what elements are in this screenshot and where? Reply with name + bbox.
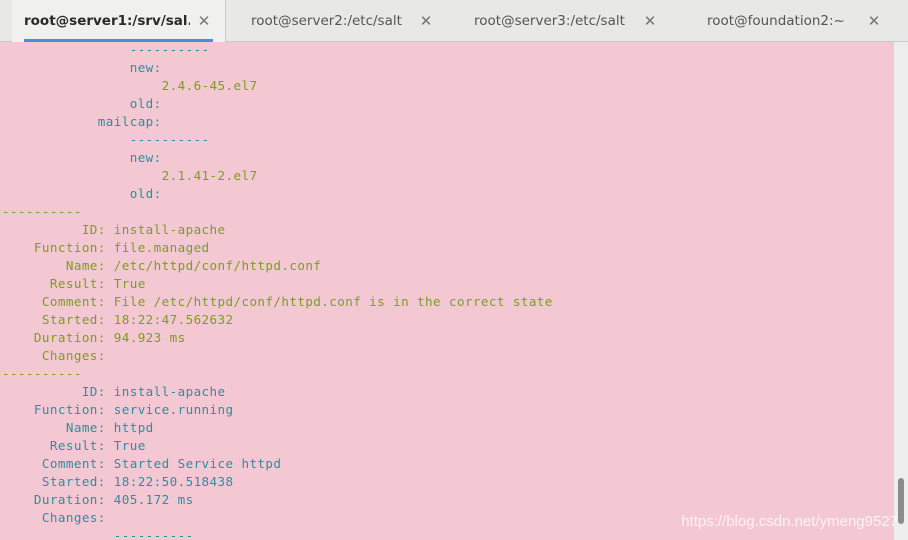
terminal-line: ----------: [2, 132, 210, 147]
tab-label: root@server3:/etc/salt: [474, 13, 625, 29]
terminal-line: mailcap:: [2, 114, 162, 129]
terminal-line: Function: service.running: [2, 402, 234, 417]
terminal-line: Name: /etc/httpd/conf/httpd.conf: [2, 258, 322, 273]
tab-server1[interactable]: root@server1:/srv/sal... ✕: [12, 0, 226, 42]
terminal-line: 2.4.6-45.el7: [2, 78, 258, 93]
terminal-line: Result: True: [2, 276, 146, 291]
terminal-line: Function: file.managed: [2, 240, 210, 255]
terminal-line: old:: [2, 96, 162, 111]
tab-label: root@server1:/srv/sal...: [24, 13, 190, 29]
terminal-line: old:: [2, 186, 162, 201]
scrollbar-thumb[interactable]: [898, 478, 904, 524]
terminal-separator: ----------: [2, 204, 82, 219]
terminal-line: Duration: 94.923 ms: [2, 330, 186, 345]
terminal-line: Started: 18:22:50.518438: [2, 474, 234, 489]
terminal-line: ID: install-apache: [2, 384, 226, 399]
terminal-line: Comment: Started Service httpd: [2, 456, 282, 471]
close-icon[interactable]: ✕: [866, 11, 882, 31]
terminal-line: Changes:: [2, 348, 106, 363]
tab-foundation2[interactable]: root@foundation2:~ ✕: [694, 0, 894, 42]
terminal-line: ----------: [2, 528, 194, 540]
terminal-line: Name: httpd: [2, 420, 154, 435]
terminal-line: Result: True: [2, 438, 146, 453]
tab-label: root@server2:/etc/salt: [251, 13, 402, 29]
terminal-line: new:: [2, 150, 162, 165]
terminal-line: 2.1.41-2.el7: [2, 168, 258, 183]
tab-server2[interactable]: root@server2:/etc/salt ✕: [238, 0, 446, 42]
terminal-line: Duration: 405.172 ms: [2, 492, 194, 507]
terminal-line: new:: [2, 60, 162, 75]
terminal-separator: ----------: [2, 366, 82, 381]
vertical-scrollbar[interactable]: [894, 42, 908, 540]
tab-bar: root@server1:/srv/sal... ✕ root@server2:…: [0, 0, 908, 42]
terminal-line: ----------: [2, 42, 210, 57]
tab-server3[interactable]: root@server3:/etc/salt ✕: [460, 0, 674, 42]
close-icon[interactable]: ✕: [642, 11, 658, 31]
tab-label: root@foundation2:~: [707, 13, 845, 29]
terminal-line: ID: install-apache: [2, 222, 226, 237]
watermark: https://blog.csdn.net/ymeng9527: [681, 513, 898, 530]
terminal-line: Comment: File /etc/httpd/conf/httpd.conf…: [2, 294, 553, 309]
close-icon[interactable]: ✕: [418, 11, 434, 31]
terminal-output[interactable]: ---------- new: 2.4.6-45.el7 old: mailca…: [0, 42, 894, 540]
terminal-line: Changes:: [2, 510, 106, 525]
close-icon[interactable]: ✕: [196, 11, 212, 31]
terminal-line: Started: 18:22:47.562632: [2, 312, 234, 327]
